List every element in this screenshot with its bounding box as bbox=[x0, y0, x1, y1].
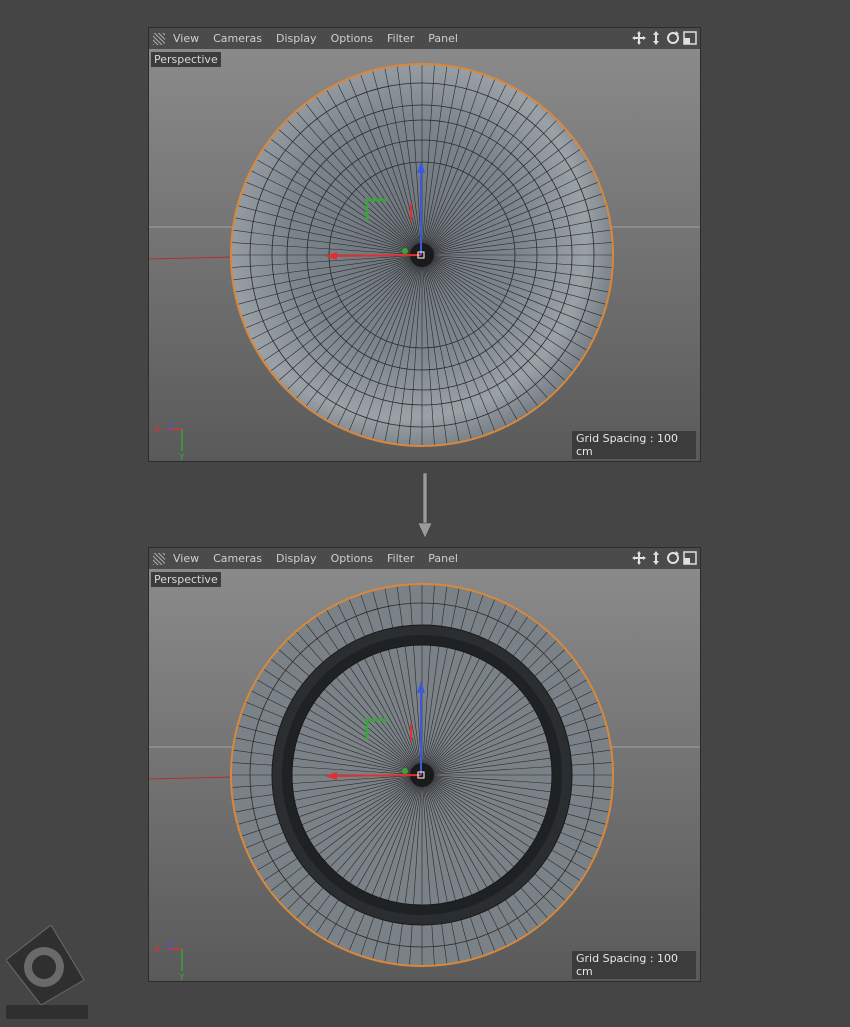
viewport-top[interactable]: View Cameras Display Options Filter Pane… bbox=[148, 27, 701, 462]
axis-z-label: Z bbox=[167, 942, 173, 952]
axis-y-label: Y bbox=[178, 973, 185, 981]
watermark-logo bbox=[6, 925, 88, 1019]
maximize-icon[interactable] bbox=[682, 550, 698, 566]
axis-x-label: X bbox=[154, 425, 160, 435]
axis-indicator: X Z Y bbox=[154, 422, 185, 461]
menu-view[interactable]: View bbox=[173, 32, 199, 45]
viewport-bottom[interactable]: View Cameras Display Options Filter Pane… bbox=[148, 547, 701, 982]
maximize-icon[interactable] bbox=[682, 30, 698, 46]
menu-options[interactable]: Options bbox=[331, 32, 373, 45]
viewport-scene[interactable]: Perspective X Z Y Grid Spacing : 100 cm bbox=[149, 49, 700, 461]
menu-display[interactable]: Display bbox=[276, 32, 317, 45]
scale-icon[interactable] bbox=[648, 550, 664, 566]
menu-filter[interactable]: Filter bbox=[387, 552, 414, 565]
rotate-icon[interactable] bbox=[665, 30, 681, 46]
grip-icon[interactable] bbox=[153, 552, 165, 565]
axis-y-label: Y bbox=[178, 453, 185, 461]
mesh-bottom bbox=[149, 583, 700, 967]
viewport-scene[interactable]: Perspective X Z Y Grid Spacing : 100 cm bbox=[149, 569, 700, 981]
grid-spacing-label: Grid Spacing : 100 cm bbox=[572, 951, 696, 979]
menu-filter[interactable]: Filter bbox=[387, 32, 414, 45]
axis-z-label: Z bbox=[167, 422, 173, 432]
camera-label[interactable]: Perspective bbox=[151, 52, 221, 67]
axis-indicator: X Z Y bbox=[154, 942, 185, 981]
move-icon[interactable] bbox=[631, 30, 647, 46]
menu-cameras[interactable]: Cameras bbox=[213, 32, 262, 45]
rotate-icon[interactable] bbox=[665, 550, 681, 566]
viewport-menubar: View Cameras Display Options Filter Pane… bbox=[149, 28, 700, 50]
menu-panel[interactable]: Panel bbox=[428, 32, 458, 45]
grip-icon[interactable] bbox=[153, 32, 165, 45]
menu-display[interactable]: Display bbox=[276, 552, 317, 565]
menu-cameras[interactable]: Cameras bbox=[213, 552, 262, 565]
camera-label[interactable]: Perspective bbox=[151, 572, 221, 587]
grid-spacing-label: Grid Spacing : 100 cm bbox=[572, 431, 696, 459]
move-icon[interactable] bbox=[631, 550, 647, 566]
menu-options[interactable]: Options bbox=[331, 552, 373, 565]
menu-panel[interactable]: Panel bbox=[428, 552, 458, 565]
axis-x-label: X bbox=[154, 945, 160, 955]
menu-view[interactable]: View bbox=[173, 552, 199, 565]
viewport-menubar: View Cameras Display Options Filter Pane… bbox=[149, 548, 700, 570]
scale-icon[interactable] bbox=[648, 30, 664, 46]
mesh-top bbox=[149, 63, 700, 447]
down-arrow-icon bbox=[418, 473, 432, 539]
